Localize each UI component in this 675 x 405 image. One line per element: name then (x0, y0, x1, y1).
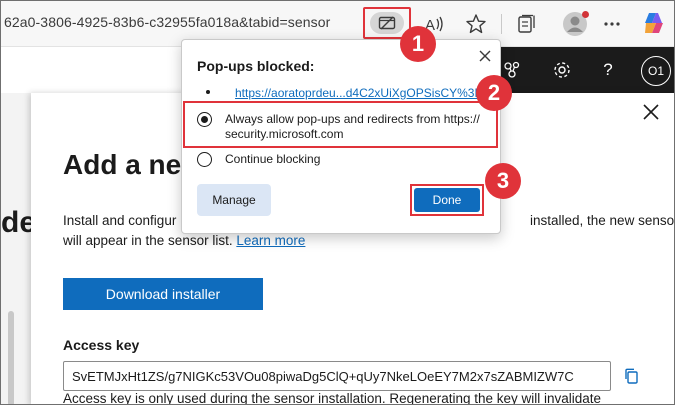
done-highlight: Done (410, 184, 484, 216)
close-icon[interactable] (640, 101, 662, 123)
description-end: installed, the new sensor (530, 213, 675, 228)
step-callout-2: 2 (476, 75, 512, 111)
description-line-2: will appear in the sensor list. Learn mo… (63, 231, 305, 251)
profile-icon[interactable] (562, 11, 589, 37)
header-left-edge (1, 55, 21, 85)
download-installer-button[interactable]: Download installer (63, 278, 263, 310)
notification-dot (582, 11, 589, 18)
bullet-icon (206, 90, 210, 94)
popup-title: Pop-ups blocked: (197, 58, 315, 74)
user-avatar[interactable]: O1 (641, 56, 671, 86)
popup-close-icon[interactable] (477, 48, 493, 64)
access-key-note: Access key is only used during the senso… (63, 391, 602, 405)
help-icon[interactable]: ? (597, 59, 619, 81)
step-callout-1: 1 (400, 26, 436, 62)
option-continue-blocking[interactable]: Continue blocking (197, 151, 492, 169)
copy-icon[interactable] (623, 367, 641, 385)
address-bar-url[interactable]: 62a0-3806-4925-83b6-c32955fa018a&tabid=s… (4, 14, 330, 30)
allow-option-highlight (183, 101, 498, 148)
option-continue-blocking-label: Continue blocking (225, 152, 321, 166)
gear-icon[interactable] (551, 59, 573, 81)
popups-blocked-icon (370, 12, 404, 34)
copilot-icon[interactable] (641, 9, 667, 37)
description-start: Install and configur (63, 213, 177, 228)
blocked-popup-link[interactable]: https://aoratoprdeu...d4C2xUiXgOPSisCY%3… (235, 86, 483, 100)
screenshot-frame: 62a0-3806-4925-83b6-c32955fa018a&tabid=s… (0, 0, 675, 405)
access-key-field[interactable]: SvETMJxHt1ZS/g7NIGKc53VOu08piwaDg5ClQ+qU… (63, 361, 611, 391)
more-icon[interactable] (600, 12, 624, 36)
step-callout-3: 3 (485, 163, 521, 199)
collections-icon[interactable] (515, 12, 539, 36)
page-scrollbar[interactable] (8, 311, 14, 404)
access-key-label: Access key (63, 337, 140, 353)
manage-button[interactable]: Manage (197, 184, 271, 216)
radio-continue-blocking[interactable] (197, 152, 212, 167)
description-line-2-text: will appear in the sensor list. (63, 233, 233, 248)
favorite-star-icon[interactable] (464, 12, 488, 36)
learn-more-link[interactable]: Learn more (236, 233, 305, 248)
done-button[interactable]: Done (414, 188, 480, 212)
flyout-title: Add a ne (63, 149, 182, 180)
toolbar-separator (501, 14, 502, 34)
